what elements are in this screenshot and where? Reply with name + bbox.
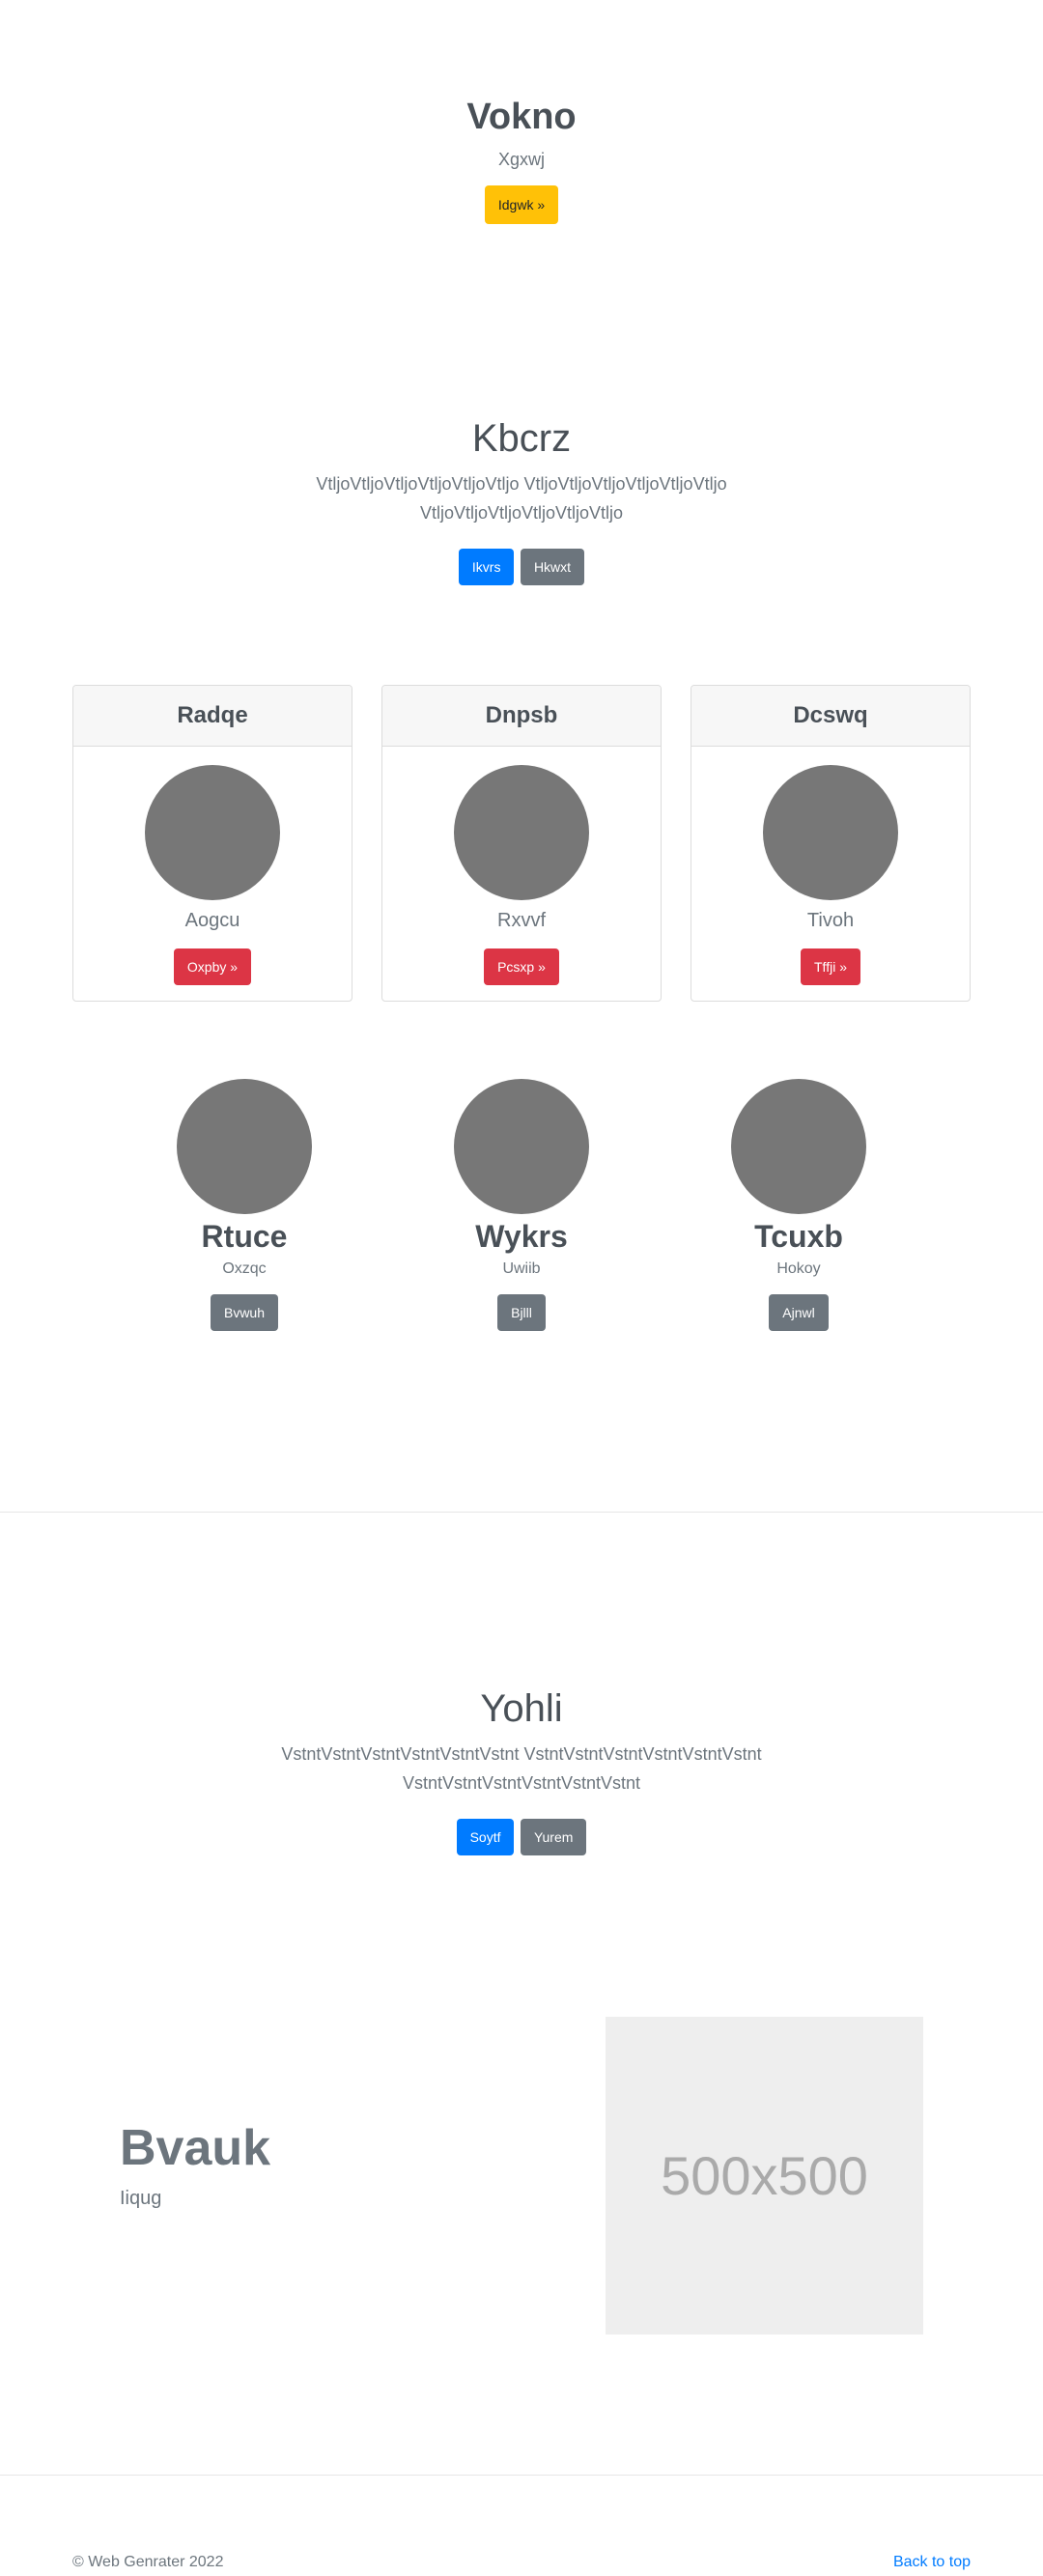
member-avatar (177, 1079, 312, 1214)
primary-button[interactable]: Soytf (456, 1819, 515, 1855)
card-header: Radqe (73, 686, 352, 747)
member-name: Rtuce (201, 1219, 288, 1254)
footer-copyright: © Web Genrater 2022 (72, 2554, 224, 2570)
section-buttons: Ikvrs Hkwxt (0, 549, 1043, 585)
card-body: Rxvvf Pcsxp » (382, 747, 661, 985)
hero-title: Vokno (466, 97, 577, 137)
card-body: Aogcu Oxpby » (73, 747, 352, 985)
section-divider (0, 1512, 1043, 1513)
back-to-top-link[interactable]: Back to top (893, 2552, 971, 2573)
primary-button[interactable]: Ikvrs (458, 549, 515, 585)
lead-section-1: Kbcrz VtljoVtljoVtljoVtljoVtljoVtljo Vtl… (0, 411, 1043, 585)
card-image (763, 765, 898, 900)
section-title: Yohli (480, 1687, 563, 1730)
member-subtitle: Oxzqc (222, 1260, 267, 1277)
section-buttons: Soytf Yurem (0, 1819, 1043, 1855)
hero-button[interactable]: Idgwk » (484, 185, 559, 224)
section-text: VstntVstntVstntVstntVstntVstnt VstntVstn… (281, 1744, 762, 1793)
team-member: Wykrs Uwiib Bjlll (406, 1079, 637, 1331)
card-caption: Tivoh (806, 910, 855, 931)
section-text: VtljoVtljoVtljoVtljoVtljoVtljo VtljoVtlj… (316, 474, 727, 523)
feature-image-placeholder: 500x500 (606, 2017, 923, 2335)
card-header: Dnpsb (382, 686, 661, 747)
member-button[interactable]: Bjlll (497, 1294, 546, 1331)
hero-section: Vokno Xgxwj Idgwk » (0, 92, 1043, 224)
card-header: Dcswq (691, 686, 970, 747)
hero-subtitle: Xgxwj (497, 150, 545, 169)
card-button[interactable]: Tffji » (801, 948, 860, 985)
team-row: Rtuce Oxzqc Bvwuh Wykrs Uwiib Bjlll Tcux… (0, 1079, 1043, 1340)
card-caption: Rxvvf (497, 910, 546, 931)
card-button[interactable]: Oxpby » (173, 948, 252, 985)
footer-divider (0, 2475, 1043, 2476)
lead-section-2: Yohli VstntVstntVstntVstntVstntVstnt Vst… (0, 1682, 1043, 1855)
section-title: Kbcrz (471, 417, 572, 460)
card: Radqe Aogcu Oxpby » (72, 685, 352, 1002)
secondary-button[interactable]: Yurem (520, 1819, 587, 1855)
member-avatar (731, 1079, 866, 1214)
feature-subtitle: Iiqug (120, 2188, 162, 2209)
team-member: Rtuce Oxzqc Bvwuh (128, 1079, 360, 1331)
member-avatar (454, 1079, 589, 1214)
member-name: Tcuxb (754, 1219, 843, 1254)
secondary-button[interactable]: Hkwxt (520, 549, 585, 585)
member-name: Wykrs (475, 1219, 568, 1254)
card: Dnpsb Rxvvf Pcsxp » (381, 685, 662, 1002)
member-subtitle: Hokoy (776, 1260, 821, 1277)
card-image (145, 765, 280, 900)
card-body: Tivoh Tffji » (691, 747, 970, 985)
member-button[interactable]: Bvwuh (210, 1294, 279, 1331)
card-button[interactable]: Pcsxp » (484, 948, 559, 985)
card-image (454, 765, 589, 900)
placeholder-label: 500x500 (661, 2145, 868, 2206)
team-member: Tcuxb Hokoy Ajnwl (683, 1079, 915, 1331)
card-caption: Aogcu (184, 910, 240, 931)
card-deck: Radqe Aogcu Oxpby » Dnpsb Rxvvf Pcsxp » … (72, 685, 971, 1002)
member-button[interactable]: Ajnwl (769, 1294, 829, 1331)
feature-title: Bvauk (120, 2120, 271, 2176)
card: Dcswq Tivoh Tffji » (691, 685, 971, 1002)
member-subtitle: Uwiib (502, 1260, 541, 1277)
